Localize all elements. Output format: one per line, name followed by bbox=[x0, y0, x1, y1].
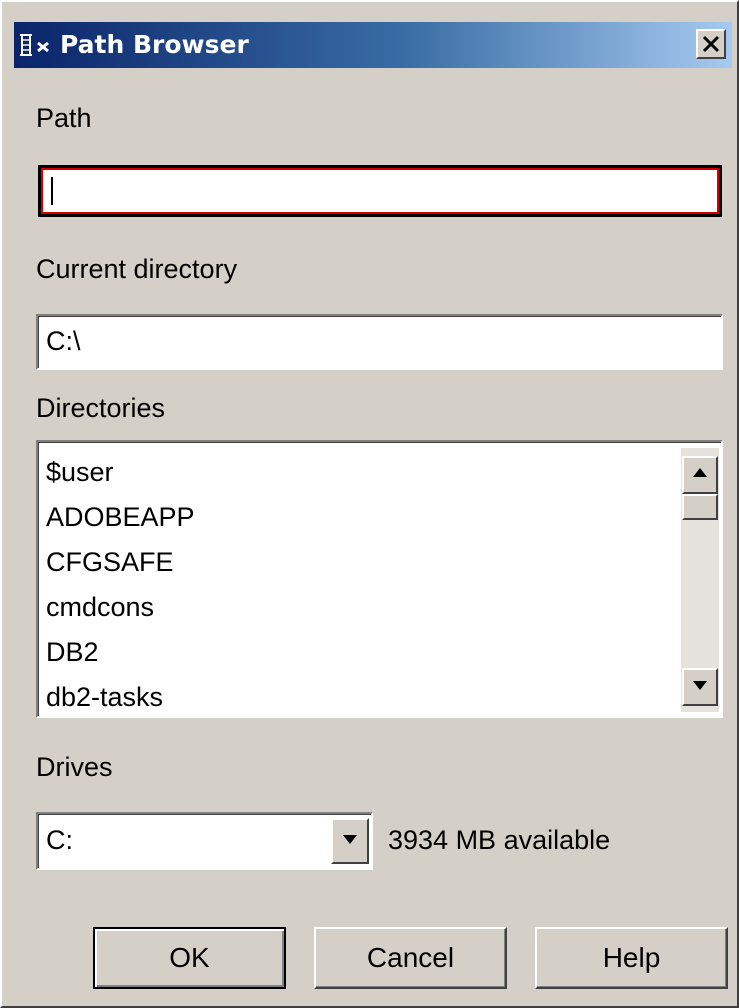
directories-items: $user ADOBEAPP CFGSAFE cmdcons DB2 db2-t… bbox=[46, 450, 666, 716]
drive-dropdown-button[interactable] bbox=[331, 818, 369, 864]
list-item-cmdcons[interactable]: cmdcons bbox=[46, 585, 666, 630]
drive-selected-value: C: bbox=[46, 825, 73, 855]
drive-select[interactable]: C: bbox=[36, 812, 373, 870]
directories-list[interactable]: $user ADOBEAPP CFGSAFE cmdcons DB2 db2-t… bbox=[36, 440, 723, 718]
list-item-db2-tasks[interactable]: db2-tasks bbox=[46, 675, 666, 716]
arrow-up-icon bbox=[693, 468, 707, 477]
java-cup-icon bbox=[18, 32, 56, 58]
arrow-down-icon bbox=[693, 681, 707, 690]
directories-label: Directories bbox=[36, 393, 166, 423]
drive-available-space: 3934 MB available bbox=[388, 825, 611, 855]
drives-label: Drives bbox=[36, 752, 113, 782]
vertical-scrollbar[interactable] bbox=[681, 448, 719, 712]
path-browser-dialog: Path Browser Path Current directory C:\ … bbox=[0, 0, 739, 1008]
current-directory-label: Current directory bbox=[36, 254, 238, 284]
scroll-thumb[interactable] bbox=[682, 494, 718, 520]
list-item-adobeapp[interactable]: ADOBEAPP bbox=[46, 495, 666, 540]
list-item-db2[interactable]: DB2 bbox=[46, 630, 666, 675]
window-title: Path Browser bbox=[60, 30, 249, 59]
chevron-down-icon bbox=[343, 835, 357, 844]
current-directory-field: C:\ bbox=[36, 314, 723, 370]
scroll-down-button[interactable] bbox=[682, 668, 718, 706]
path-label: Path bbox=[36, 103, 92, 133]
cancel-button[interactable]: Cancel bbox=[314, 927, 507, 989]
help-button[interactable]: Help bbox=[535, 927, 728, 989]
path-input[interactable] bbox=[38, 165, 722, 217]
scroll-up-button[interactable] bbox=[682, 456, 718, 494]
ok-button[interactable]: OK bbox=[93, 927, 286, 989]
close-icon bbox=[702, 35, 720, 53]
list-item-user[interactable]: $user bbox=[46, 450, 666, 495]
close-button[interactable] bbox=[696, 29, 726, 59]
text-caret bbox=[51, 177, 53, 205]
list-item-cfgsafe[interactable]: CFGSAFE bbox=[46, 540, 666, 585]
title-bar[interactable]: Path Browser bbox=[14, 22, 732, 68]
